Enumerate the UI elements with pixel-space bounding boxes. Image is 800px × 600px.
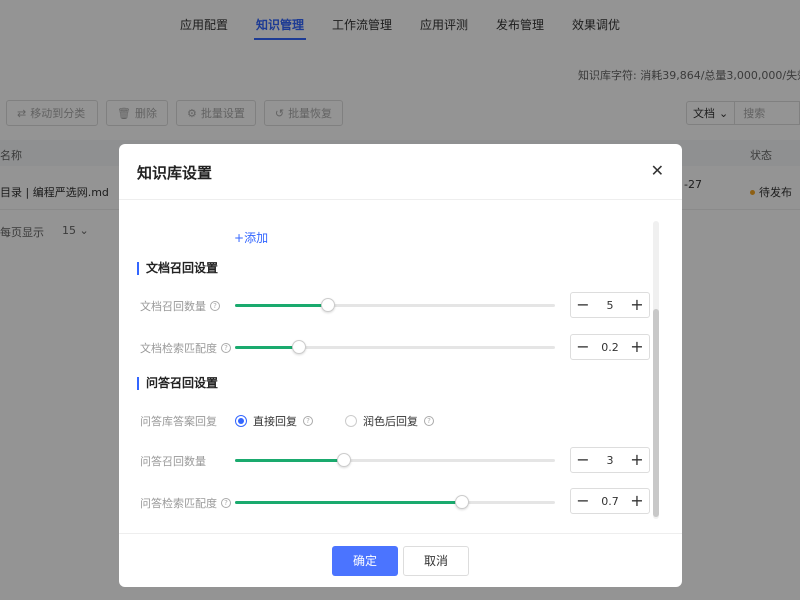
plus-icon[interactable]: + (625, 335, 649, 359)
plus-icon[interactable]: + (625, 489, 649, 513)
qa-count-stepper: − 3 + (570, 447, 650, 473)
cancel-button[interactable]: 取消 (403, 545, 469, 576)
slider-thumb[interactable] (337, 453, 351, 467)
close-icon[interactable]: ✕ (651, 161, 664, 180)
minus-icon[interactable]: − (571, 335, 595, 359)
modal-footer: 确定 取消 (119, 533, 682, 587)
slider-fill (235, 501, 462, 504)
slider-fill (235, 304, 328, 307)
help-icon[interactable]: ? (303, 416, 313, 426)
help-icon[interactable]: ? (424, 416, 434, 426)
slider-thumb[interactable] (455, 495, 469, 509)
add-button[interactable]: +添加 (234, 229, 268, 246)
doc-count-stepper: − 5 + (570, 292, 650, 318)
qa-match-label: 问答检索匹配度 ? (140, 495, 231, 511)
doc-recall-section-title: 文档召回设置 (137, 262, 218, 275)
qa-match-value[interactable]: 0.7 (595, 495, 625, 508)
slider-thumb[interactable] (321, 298, 335, 312)
doc-count-label-text: 文档召回数量 (140, 300, 206, 313)
radio-direct-reply[interactable] (235, 415, 247, 427)
qa-recall-section-title: 问答召回设置 (137, 377, 218, 390)
doc-match-stepper: − 0.2 + (570, 334, 650, 360)
modal-header: 知识库设置 ✕ (119, 144, 682, 200)
slider-fill (235, 459, 344, 462)
qa-count-label-text: 问答召回数量 (140, 455, 206, 468)
knowledge-settings-modal: 知识库设置 ✕ +添加 文档召回设置 文档召回数量 ? − 5 + 文档检索匹配… (119, 144, 682, 587)
modal-body: +添加 文档召回设置 文档召回数量 ? − 5 + 文档检索匹配度 ? − 0.… (119, 201, 682, 533)
qa-count-label: 问答召回数量 (140, 453, 206, 469)
qa-match-stepper: − 0.7 + (570, 488, 650, 514)
qa-match-label-text: 问答检索匹配度 (140, 497, 217, 510)
qa-answer-label: 问答库答案回复 (140, 415, 217, 428)
help-icon[interactable]: ? (221, 498, 231, 508)
minus-icon[interactable]: − (571, 489, 595, 513)
help-icon[interactable]: ? (210, 301, 220, 311)
qa-count-slider[interactable] (235, 453, 555, 467)
doc-match-value[interactable]: 0.2 (595, 341, 625, 354)
slider-fill (235, 346, 299, 349)
modal-title: 知识库设置 (137, 164, 213, 182)
radio-polished-reply[interactable] (345, 415, 357, 427)
slider-thumb[interactable] (292, 340, 306, 354)
doc-count-value[interactable]: 5 (595, 299, 625, 312)
confirm-button[interactable]: 确定 (332, 545, 398, 576)
qa-answer-radio-group: 直接回复 ? 润色后回复 ? (235, 413, 434, 429)
add-label: 添加 (244, 231, 269, 245)
plus-icon[interactable]: + (625, 293, 649, 317)
doc-match-label-text: 文档检索匹配度 (140, 342, 217, 355)
doc-count-label: 文档召回数量 ? (140, 298, 220, 314)
plus-icon[interactable]: + (625, 448, 649, 472)
help-icon[interactable]: ? (221, 343, 231, 353)
plus-icon: + (234, 231, 245, 245)
polished-reply-label[interactable]: 润色后回复 (363, 413, 418, 429)
scrollbar-thumb[interactable] (653, 309, 659, 517)
qa-count-value[interactable]: 3 (595, 454, 625, 467)
doc-match-slider[interactable] (235, 340, 555, 354)
qa-match-slider[interactable] (235, 495, 555, 509)
minus-icon[interactable]: − (571, 293, 595, 317)
direct-reply-label[interactable]: 直接回复 (253, 413, 297, 429)
doc-match-label: 文档检索匹配度 ? (140, 340, 231, 356)
minus-icon[interactable]: − (571, 448, 595, 472)
doc-count-slider[interactable] (235, 298, 555, 312)
